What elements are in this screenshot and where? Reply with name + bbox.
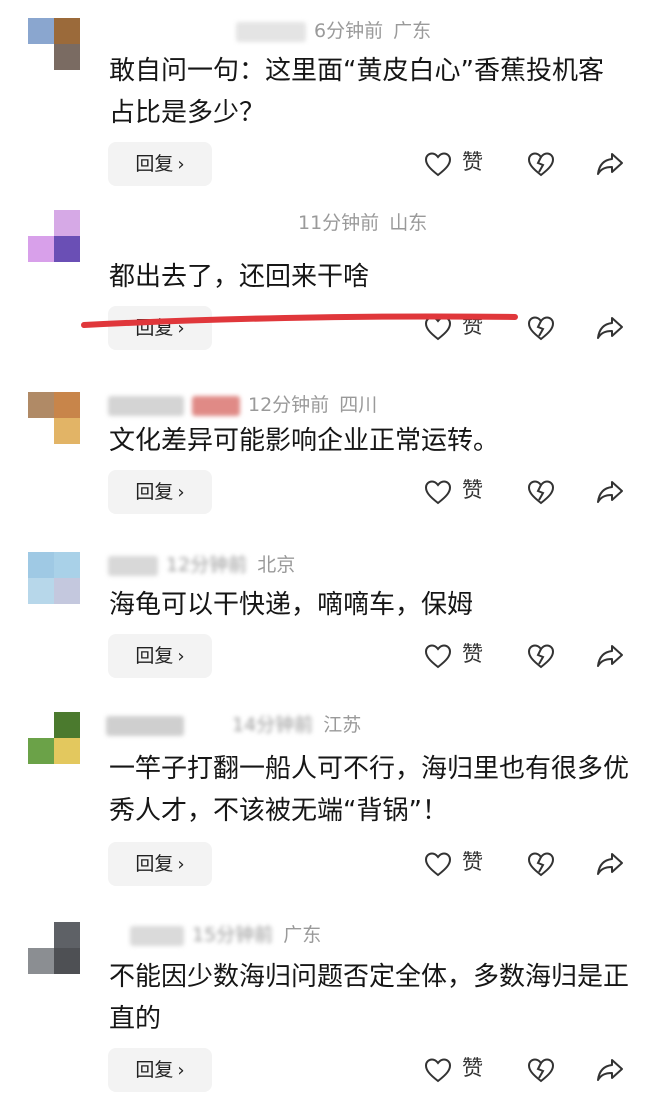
comment-text: 文化差异可能影响企业正常运转。 (109, 426, 500, 456)
like-label[interactable]: 赞 (462, 639, 483, 669)
like-label[interactable]: 赞 (462, 847, 483, 877)
share-icon[interactable] (596, 644, 624, 668)
reply-button[interactable]: 回复 › (108, 470, 212, 514)
reply-label: 回复 (135, 853, 174, 875)
chevron-right-icon: › (177, 482, 185, 503)
like-label[interactable]: 赞 (462, 475, 483, 505)
avatar[interactable] (28, 392, 80, 444)
username-redacted (108, 395, 184, 416)
comment-time: 14分钟前 (232, 714, 314, 736)
username-redacted (106, 715, 184, 736)
share-icon[interactable] (596, 852, 624, 876)
heart-icon[interactable] (424, 1057, 452, 1083)
reply-label: 回复 (135, 1059, 174, 1081)
share-icon[interactable] (596, 1058, 624, 1082)
username-redacted (192, 395, 240, 416)
red-underline-annotation (81, 313, 518, 328)
avatar[interactable] (28, 552, 80, 604)
reply-label: 回复 (135, 481, 174, 503)
comment-text: 海龟可以干快递，嘀嘀车，保姆 (109, 590, 474, 620)
chevron-right-icon: › (177, 646, 185, 667)
comment-time: 12分钟前 (166, 554, 248, 576)
comment-region: 江苏 (323, 714, 362, 736)
avatar[interactable] (28, 712, 80, 764)
reply-label: 回复 (135, 645, 174, 667)
comment-text: 一竿子打翻一船人可不行，海归里也有很多优秀人才，不该被无端“背锅”！ (109, 754, 630, 826)
broken-heart-icon[interactable] (527, 643, 555, 669)
like-label[interactable]: 赞 (462, 1053, 483, 1083)
broken-heart-icon[interactable] (527, 479, 555, 505)
heart-icon[interactable] (424, 479, 452, 505)
share-icon[interactable] (596, 480, 624, 504)
heart-icon[interactable] (424, 851, 452, 877)
comment-region: 广东 (283, 924, 322, 946)
broken-heart-icon[interactable] (527, 851, 555, 877)
comment-time: 15分钟前 (192, 924, 274, 946)
comment-meta: 12分钟前 北京 (108, 552, 295, 578)
username-redacted (130, 925, 184, 946)
heart-icon[interactable] (424, 643, 452, 669)
comment-meta: 15分钟前 广东 (130, 922, 321, 948)
comment-page: { "comments": [ {"time":"6分钟前","region":… (0, 0, 660, 1102)
avatar[interactable] (28, 922, 80, 974)
username-redacted (108, 555, 158, 576)
comment-time: 12分钟前 (248, 394, 330, 416)
comment-region: 北京 (257, 554, 296, 576)
comment-meta: 14分钟前 江苏 (106, 712, 361, 738)
comment-text: 不能因少数海归问题否定全体，多数海归是正直的 (109, 962, 630, 1034)
reply-button[interactable]: 回复 › (108, 842, 212, 886)
reply-button[interactable]: 回复 › (108, 1048, 212, 1092)
comment-region: 四川 (339, 394, 378, 416)
comment-meta: 12分钟前 四川 (108, 392, 377, 418)
reply-button[interactable]: 回复 › (108, 634, 212, 678)
chevron-right-icon: › (177, 1060, 185, 1081)
chevron-right-icon: › (177, 854, 185, 875)
broken-heart-icon[interactable] (527, 1057, 555, 1083)
